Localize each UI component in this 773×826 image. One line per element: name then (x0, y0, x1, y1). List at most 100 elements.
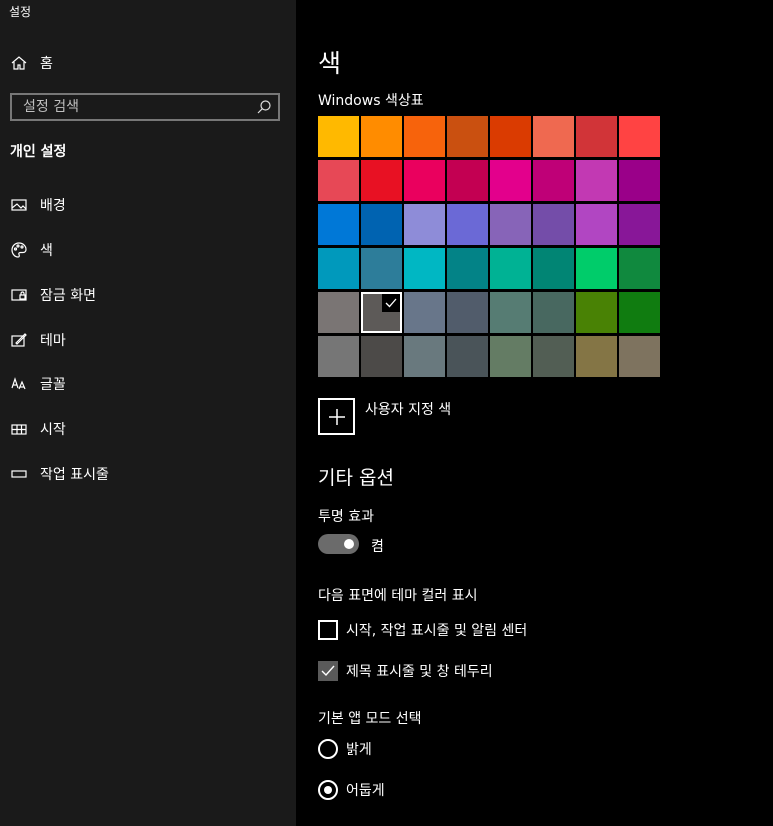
color-swatch[interactable] (318, 160, 359, 201)
color-swatch[interactable] (447, 160, 488, 201)
app-mode-label: 기본 앱 모드 선택 (318, 711, 422, 727)
checkbox[interactable] (318, 661, 338, 681)
sidebar-item-start[interactable]: 시작 (10, 415, 286, 443)
color-swatch[interactable] (318, 248, 359, 289)
font-icon (10, 375, 28, 393)
color-swatch[interactable] (619, 116, 660, 157)
transparency-state: 켬 (371, 539, 384, 555)
color-swatch[interactable] (447, 336, 488, 377)
color-swatch[interactable] (576, 292, 617, 333)
settings-window: 설정 홈 개인 설정 (0, 0, 773, 826)
home-icon (10, 54, 28, 72)
color-swatch[interactable] (318, 204, 359, 245)
color-swatch[interactable] (447, 248, 488, 289)
sidebar-item-label: 잠금 화면 (40, 288, 96, 304)
checkbox-title-bars-window-borders[interactable]: 제목 표시줄 및 창 테두리 (318, 661, 493, 681)
checkmark-icon (382, 294, 400, 312)
color-swatch[interactable] (490, 336, 531, 377)
color-swatch[interactable] (576, 248, 617, 289)
color-swatch[interactable] (619, 292, 660, 333)
sidebar: 설정 홈 개인 설정 (0, 0, 296, 826)
color-swatch[interactable] (576, 116, 617, 157)
search-input[interactable] (12, 95, 242, 119)
color-swatch[interactable] (490, 160, 531, 201)
color-swatch[interactable] (533, 160, 574, 201)
sidebar-item-colors[interactable]: 색 (10, 236, 286, 264)
radio-label: 밝게 (346, 742, 372, 758)
radio-light[interactable]: 밝게 (318, 739, 372, 759)
color-swatch[interactable] (447, 116, 488, 157)
page-title: 색 (318, 49, 342, 78)
sidebar-item-taskbar[interactable]: 작업 표시줄 (10, 460, 286, 488)
color-swatch[interactable] (490, 248, 531, 289)
color-swatch[interactable] (404, 248, 445, 289)
color-swatch[interactable] (533, 248, 574, 289)
color-swatch[interactable] (576, 160, 617, 201)
color-swatch[interactable] (361, 160, 402, 201)
color-swatch[interactable] (318, 292, 359, 333)
sidebar-item-label: 홈 (40, 56, 53, 72)
sidebar-item-label: 글꼴 (40, 377, 66, 393)
color-swatch[interactable] (361, 292, 402, 333)
color-swatch[interactable] (361, 248, 402, 289)
search-icon[interactable] (256, 99, 272, 115)
sidebar-item-themes[interactable]: 테마 (10, 326, 286, 354)
color-swatch[interactable] (576, 336, 617, 377)
sidebar-item-home[interactable]: 홈 (10, 50, 280, 76)
color-swatch[interactable] (533, 292, 574, 333)
color-swatch[interactable] (533, 336, 574, 377)
color-swatch[interactable] (619, 160, 660, 201)
toggle-knob (344, 539, 354, 549)
color-swatch[interactable] (361, 336, 402, 377)
radio-button[interactable] (318, 739, 338, 759)
color-swatch[interactable] (318, 336, 359, 377)
transparency-label: 투명 효과 (318, 509, 374, 525)
custom-color-button[interactable]: 사용자 지정 색 (318, 398, 451, 435)
color-palette-grid (318, 116, 660, 377)
color-swatch[interactable] (490, 116, 531, 157)
custom-color-label: 사용자 지정 색 (365, 402, 452, 418)
plus-icon (318, 398, 355, 435)
sidebar-item-lockscreen[interactable]: 잠금 화면 (10, 281, 286, 309)
color-swatch[interactable] (361, 204, 402, 245)
color-swatch[interactable] (619, 336, 660, 377)
color-swatch[interactable] (404, 336, 445, 377)
color-swatch[interactable] (619, 204, 660, 245)
sidebar-item-fonts[interactable]: 글꼴 (10, 370, 286, 398)
sidebar-item-background[interactable]: 배경 (10, 191, 286, 219)
color-swatch[interactable] (533, 204, 574, 245)
radio-button[interactable] (318, 780, 338, 800)
transparency-toggle[interactable] (318, 534, 359, 554)
radio-dark[interactable]: 어둡게 (318, 780, 385, 800)
color-swatch[interactable] (576, 204, 617, 245)
color-swatch[interactable] (404, 292, 445, 333)
color-swatch[interactable] (447, 292, 488, 333)
sidebar-item-label: 시작 (40, 422, 66, 438)
color-swatch[interactable] (404, 204, 445, 245)
color-swatch[interactable] (490, 292, 531, 333)
color-swatch[interactable] (490, 204, 531, 245)
sidebar-item-label: 작업 표시줄 (40, 467, 109, 483)
accent-surfaces-label: 다음 표면에 테마 컬러 표시 (318, 588, 478, 604)
palette-label: Windows 색상표 (318, 93, 424, 109)
palette-icon (10, 241, 28, 259)
lock-screen-icon (10, 286, 28, 304)
sidebar-item-label: 테마 (40, 333, 66, 349)
checkbox[interactable] (318, 620, 338, 640)
checkbox-label: 시작, 작업 표시줄 및 알림 센터 (346, 623, 528, 639)
color-swatch[interactable] (447, 204, 488, 245)
color-swatch[interactable] (318, 116, 359, 157)
color-swatch[interactable] (404, 160, 445, 201)
theme-icon (10, 331, 28, 349)
more-options-title: 기타 옵션 (318, 467, 394, 489)
sidebar-item-label: 색 (40, 243, 53, 259)
color-swatch[interactable] (404, 116, 445, 157)
color-swatch[interactable] (533, 116, 574, 157)
checkbox-start-taskbar-action-center[interactable]: 시작, 작업 표시줄 및 알림 센터 (318, 620, 527, 640)
color-swatch[interactable] (361, 116, 402, 157)
search-box[interactable] (10, 93, 280, 121)
radio-label: 어둡게 (346, 783, 385, 799)
color-swatch[interactable] (619, 248, 660, 289)
checkmark-icon (321, 665, 335, 677)
sidebar-item-label: 배경 (40, 198, 66, 214)
